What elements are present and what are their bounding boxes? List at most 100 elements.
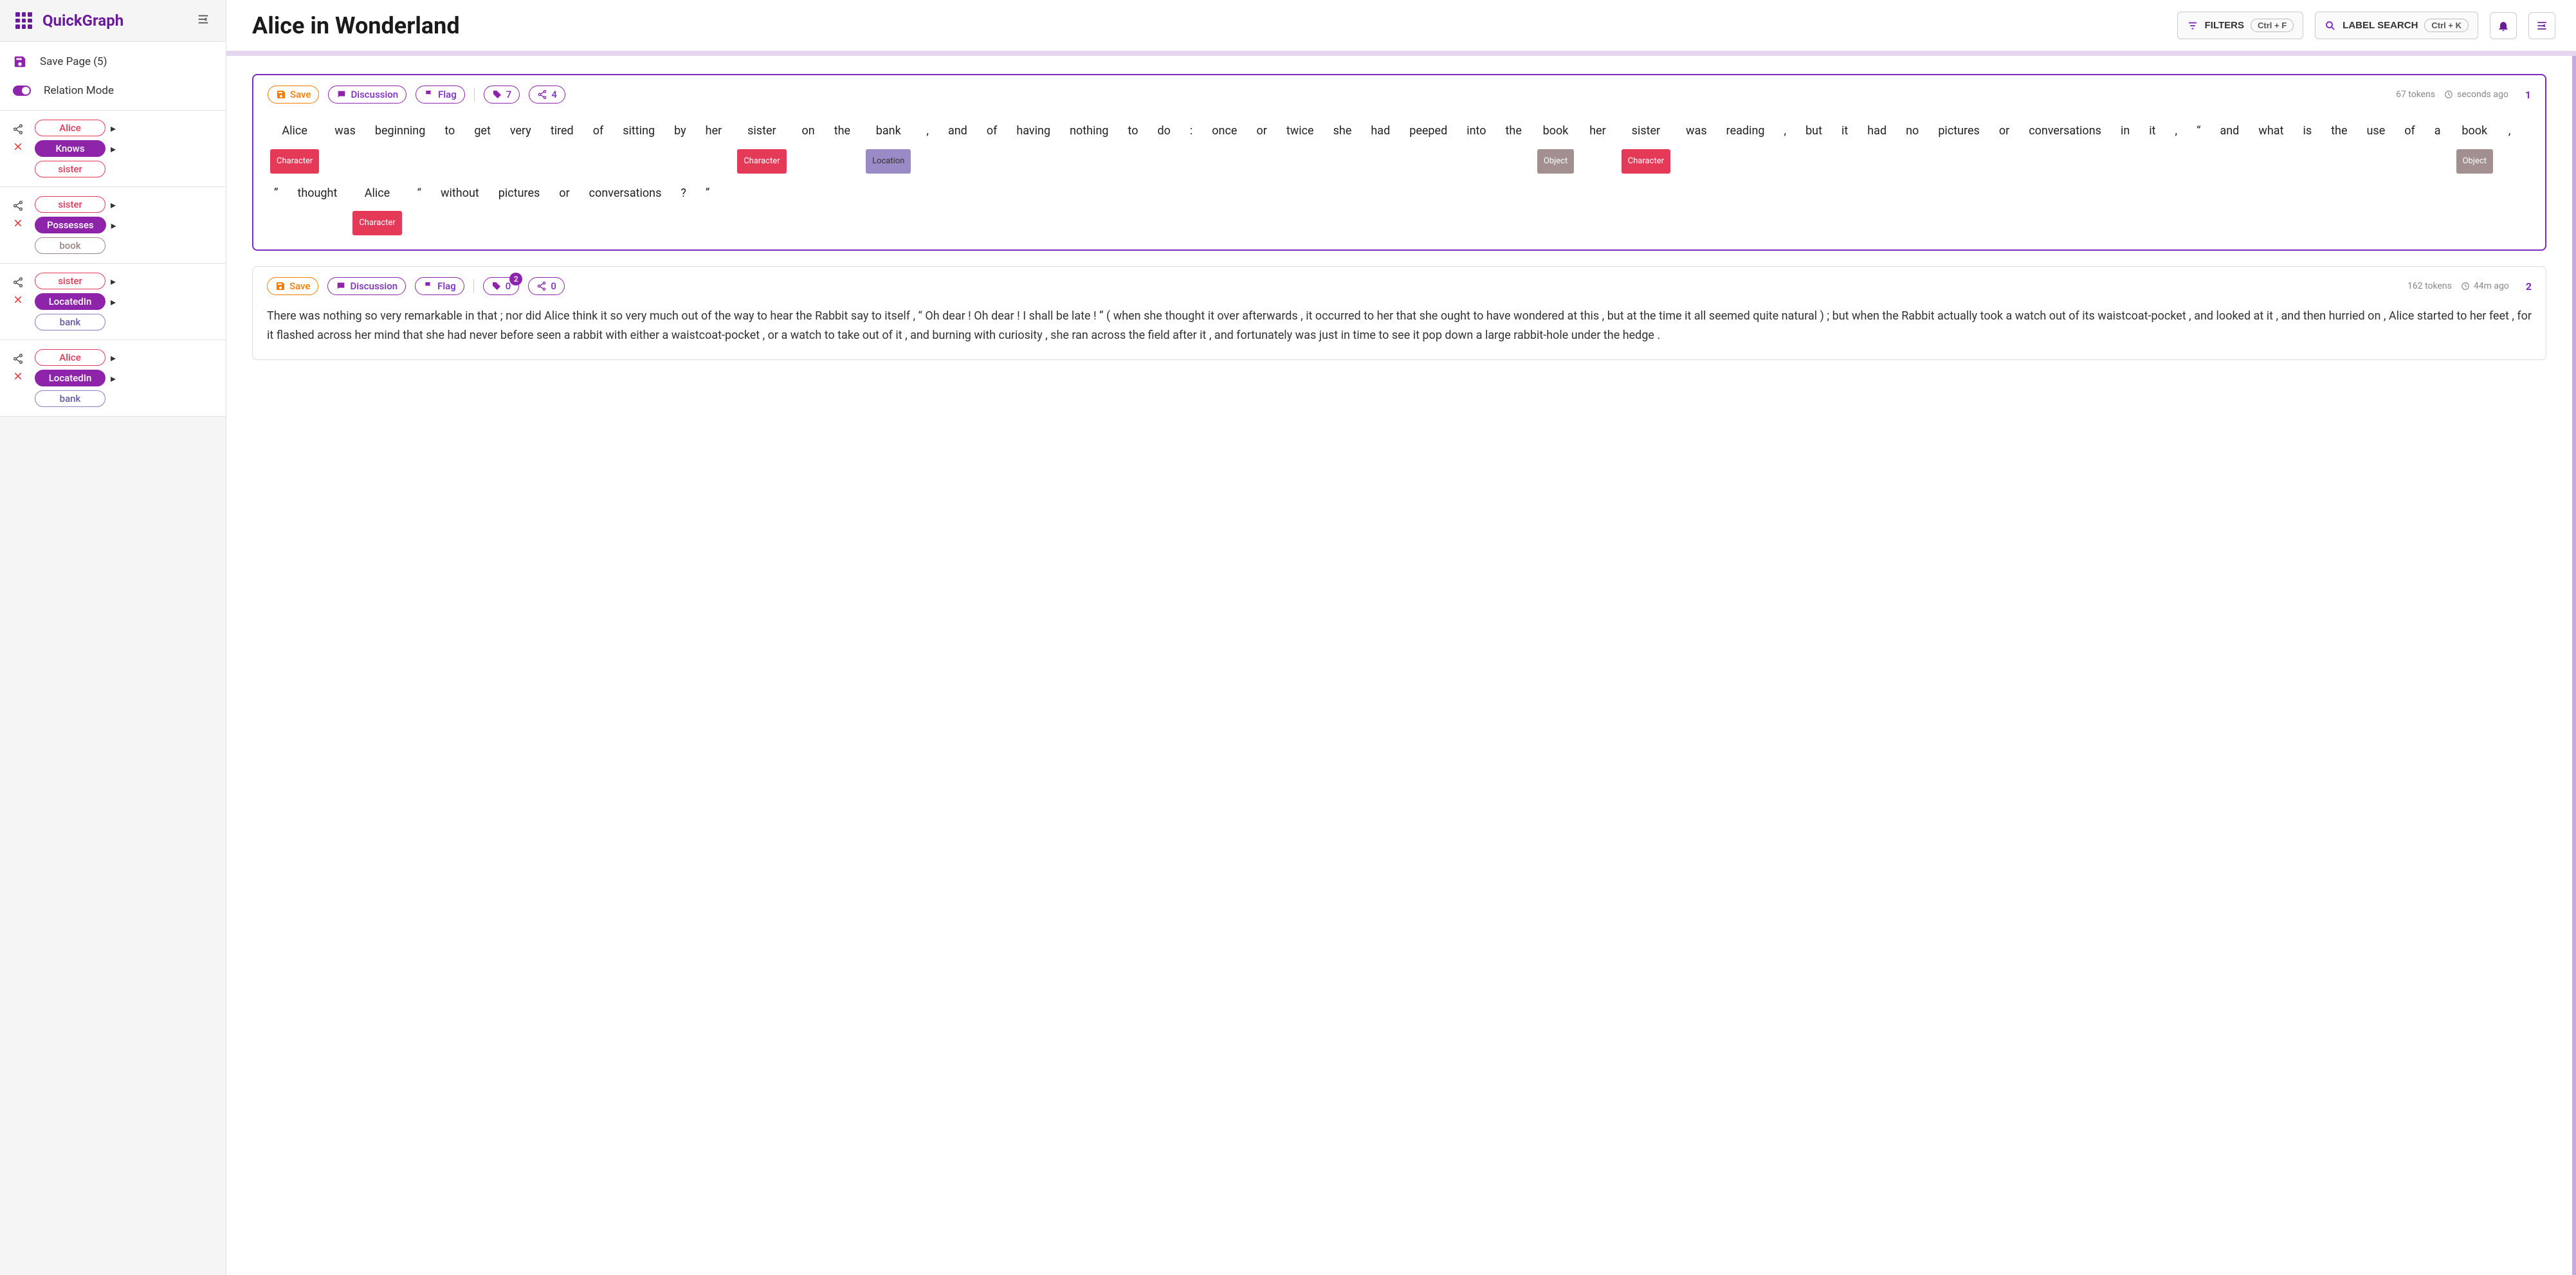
- token[interactable]: very: [504, 115, 538, 148]
- target-chip[interactable]: book: [35, 237, 105, 254]
- token[interactable]: once: [1205, 115, 1243, 148]
- share-count-button[interactable]: 4: [529, 86, 565, 104]
- chevron-right-icon[interactable]: ▸: [111, 143, 116, 155]
- relation-chip[interactable]: Knows: [35, 140, 105, 157]
- collapse-sidebar-icon[interactable]: [196, 12, 210, 29]
- token[interactable]: or: [1993, 115, 2016, 148]
- token[interactable]: tired: [544, 115, 580, 148]
- token[interactable]: the: [1499, 115, 1528, 148]
- share-icon[interactable]: [12, 200, 24, 212]
- token[interactable]: sisterCharacter: [1619, 115, 1673, 174]
- token[interactable]: ,: [920, 115, 935, 148]
- token[interactable]: into: [1460, 115, 1492, 148]
- token[interactable]: twice: [1280, 115, 1320, 148]
- token[interactable]: of: [587, 115, 610, 148]
- token[interactable]: ,: [2502, 115, 2517, 148]
- token[interactable]: she: [1327, 115, 1358, 148]
- token[interactable]: AliceCharacter: [350, 177, 404, 236]
- source-chip[interactable]: Alice: [35, 120, 105, 136]
- token[interactable]: use: [2361, 115, 2392, 148]
- tag-count-button[interactable]: 0 2: [483, 277, 520, 295]
- share-icon[interactable]: [12, 276, 24, 288]
- share-icon[interactable]: [12, 353, 24, 365]
- token[interactable]: without: [434, 177, 486, 210]
- annotation-card[interactable]: Save Discussion Flag 0 2 0 162 tokens: [252, 266, 2546, 359]
- notifications-button[interactable]: [2490, 12, 2517, 39]
- token[interactable]: to: [1122, 115, 1145, 148]
- token[interactable]: “: [2190, 115, 2207, 148]
- token[interactable]: bookObject: [1535, 115, 1576, 174]
- relation-mode-toggle[interactable]: Relation Mode: [0, 77, 226, 105]
- annotation-card[interactable]: Save Discussion Flag 7 4 67 tokens: [252, 74, 2546, 251]
- discussion-button[interactable]: Discussion: [327, 277, 406, 295]
- token[interactable]: her: [699, 115, 729, 148]
- token[interactable]: ”: [699, 177, 716, 210]
- token[interactable]: a: [2428, 115, 2447, 148]
- token[interactable]: peeped: [1403, 115, 1454, 148]
- relation-chip[interactable]: LocatedIn: [35, 370, 105, 386]
- token[interactable]: or: [553, 177, 576, 210]
- save-button[interactable]: Save: [267, 277, 318, 295]
- token[interactable]: get: [468, 115, 497, 148]
- token[interactable]: beginning: [369, 115, 432, 148]
- apps-icon[interactable]: [15, 12, 32, 29]
- token[interactable]: or: [1250, 115, 1273, 148]
- relation-chip[interactable]: Possesses: [35, 217, 106, 233]
- delete-icon[interactable]: [13, 371, 23, 381]
- token[interactable]: was: [1679, 115, 1713, 148]
- token[interactable]: :: [1183, 115, 1199, 148]
- token[interactable]: conversations: [583, 177, 668, 210]
- token[interactable]: on: [796, 115, 821, 148]
- token[interactable]: do: [1151, 115, 1177, 148]
- token[interactable]: bookObject: [2454, 115, 2496, 174]
- token[interactable]: the: [2325, 115, 2353, 148]
- token[interactable]: ”: [268, 177, 284, 210]
- token[interactable]: of: [980, 115, 1004, 148]
- target-chip[interactable]: bank: [35, 314, 105, 330]
- token[interactable]: no: [1899, 115, 1925, 148]
- token[interactable]: had: [1364, 115, 1396, 148]
- delete-icon[interactable]: [13, 294, 23, 305]
- source-chip[interactable]: Alice: [35, 349, 105, 366]
- share-count-button[interactable]: 0: [528, 277, 565, 295]
- token[interactable]: in: [2114, 115, 2136, 148]
- token[interactable]: reading: [1720, 115, 1771, 148]
- token[interactable]: the: [828, 115, 857, 148]
- token[interactable]: of: [2398, 115, 2422, 148]
- label-search-button[interactable]: LABEL SEARCH Ctrl + K: [2315, 12, 2478, 39]
- token[interactable]: was: [328, 115, 362, 148]
- target-chip[interactable]: sister: [35, 161, 105, 177]
- source-chip[interactable]: sister: [35, 273, 105, 289]
- save-page-button[interactable]: Save Page (5): [0, 47, 226, 77]
- chevron-right-icon[interactable]: ▸: [111, 219, 116, 231]
- source-chip[interactable]: sister: [35, 196, 105, 213]
- chevron-right-icon[interactable]: ▸: [111, 352, 116, 364]
- tag-count-button[interactable]: 7: [484, 86, 520, 104]
- token[interactable]: and: [2213, 115, 2245, 148]
- token[interactable]: and: [942, 115, 974, 148]
- chevron-right-icon[interactable]: ▸: [111, 199, 116, 211]
- token[interactable]: “: [411, 177, 428, 210]
- token[interactable]: nothing: [1063, 115, 1115, 148]
- token[interactable]: by: [668, 115, 693, 148]
- token[interactable]: conversations: [2022, 115, 2108, 148]
- flag-button[interactable]: Flag: [415, 277, 464, 295]
- brand[interactable]: QuickGraph: [42, 12, 186, 30]
- token[interactable]: ,: [1778, 115, 1793, 148]
- token[interactable]: to: [438, 115, 461, 148]
- token[interactable]: ,: [2169, 115, 2184, 148]
- token[interactable]: pictures: [1932, 115, 1986, 148]
- token[interactable]: it: [2142, 115, 2162, 148]
- token[interactable]: had: [1861, 115, 1893, 148]
- delete-icon[interactable]: [13, 141, 23, 152]
- token[interactable]: thought: [291, 177, 343, 210]
- filters-button[interactable]: FILTERS Ctrl + F: [2177, 12, 2304, 39]
- token[interactable]: bankLocation: [863, 115, 913, 174]
- chevron-right-icon[interactable]: ▸: [111, 296, 116, 308]
- chevron-right-icon[interactable]: ▸: [111, 372, 116, 384]
- target-chip[interactable]: bank: [35, 390, 105, 407]
- token[interactable]: pictures: [492, 177, 547, 210]
- delete-icon[interactable]: [13, 218, 23, 228]
- panel-toggle-button[interactable]: [2528, 12, 2555, 39]
- token[interactable]: what: [2252, 115, 2290, 148]
